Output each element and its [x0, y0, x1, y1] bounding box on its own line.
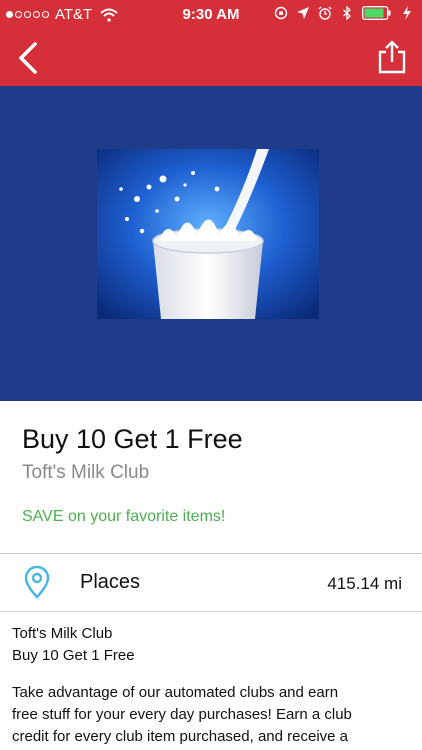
location-arrow-icon: [297, 7, 309, 19]
description-club-name: Toft's Milk Club: [12, 625, 113, 642]
share-icon: [378, 40, 406, 74]
hero-banner: [0, 86, 422, 401]
location-pin-icon: [24, 565, 50, 599]
rotation-lock-icon: [274, 6, 288, 20]
divider: [0, 611, 422, 612]
battery-icon: [362, 6, 391, 20]
milk-glass-image: [97, 149, 319, 319]
back-button[interactable]: [10, 38, 46, 78]
description-text-line: credit for every club item purchased, an…: [12, 728, 348, 745]
divider: [0, 553, 422, 554]
offer-title: Buy 10 Get 1 Free: [22, 424, 243, 454]
status-icons: [274, 6, 414, 20]
status-bar: AT&T 9:30 AM: [0, 0, 422, 30]
share-button[interactable]: [372, 36, 412, 78]
nav-bar: [0, 30, 422, 86]
description-text-line: Take advantage of our automated clubs an…: [12, 684, 339, 701]
alarm-icon: [318, 6, 332, 20]
bluetooth-icon: [343, 6, 351, 20]
charging-bolt-icon: [403, 6, 411, 20]
chevron-left-icon: [19, 42, 37, 74]
save-tagline: SAVE on your favorite items!: [22, 508, 226, 525]
description-text-line: free stuff for your every day purchases!…: [12, 706, 352, 723]
description-offer: Buy 10 Get 1 Free: [12, 647, 135, 664]
places-row[interactable]: Places 415.14 mi: [0, 555, 422, 611]
places-distance: 415.14 mi: [327, 574, 402, 593]
club-name: Toft's Milk Club: [22, 462, 150, 483]
places-label: Places: [80, 571, 141, 593]
